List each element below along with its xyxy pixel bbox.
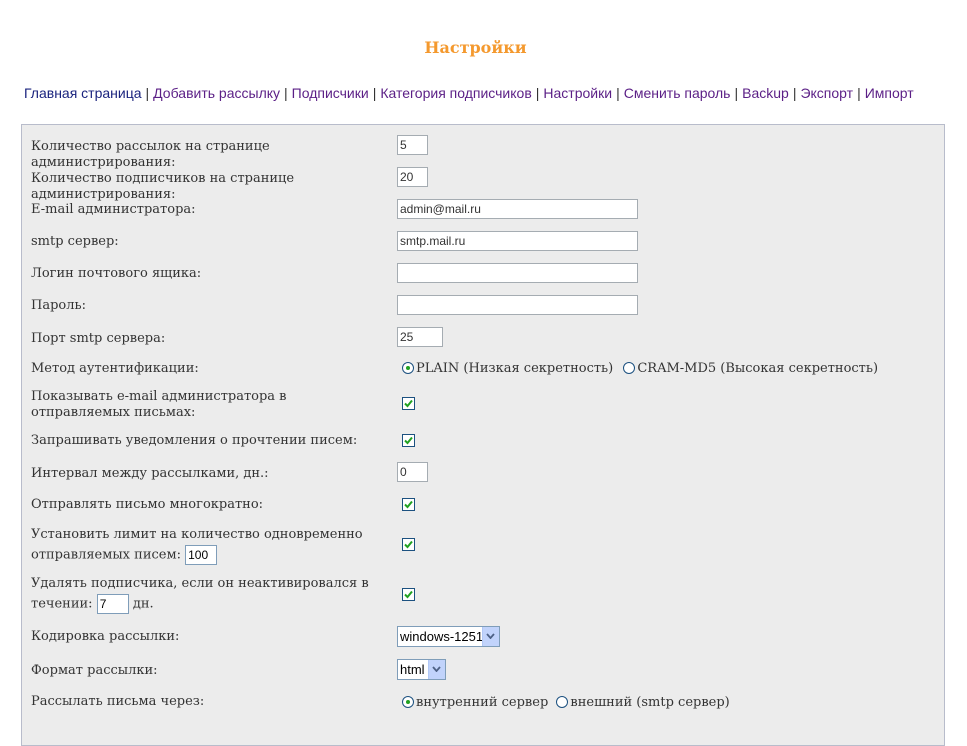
show-admin-email-checkbox[interactable] <box>402 397 415 410</box>
send-limit-input[interactable] <box>185 545 218 565</box>
nav-import-link[interactable]: Импорт <box>865 85 914 101</box>
nav-backup-link[interactable]: Backup <box>742 85 789 101</box>
smtp-server-input[interactable] <box>397 231 638 251</box>
auth-plain-label: PLAIN (Низкая секретность) <box>416 361 614 376</box>
nav-add-mailing-link[interactable]: Добавить рассылку <box>153 85 280 101</box>
format-label: Формат рассылки: <box>31 663 158 678</box>
nav-settings-link[interactable]: Настройки <box>543 85 612 101</box>
send-via-external-label: внешний (smtp сервер) <box>570 695 730 710</box>
interval-label: Интервал между рассылками, дн.: <box>31 466 269 481</box>
send-via-label: Рассылать письма через: <box>31 694 205 709</box>
admin-email-label: E-mail администратора: <box>31 202 196 217</box>
admin-email-input[interactable] <box>397 199 638 219</box>
read-receipt-checkbox[interactable] <box>402 434 415 447</box>
delete-inactive-unit: дн. <box>132 596 154 612</box>
send-via-internal-label: внутренний сервер <box>416 695 549 710</box>
send-via-group: внутренний сервер внешний (smtp сервер) <box>402 695 730 710</box>
send-multiple-label: Отправлять письмо многократно: <box>31 497 264 512</box>
checkmark-icon <box>404 590 413 599</box>
send-via-internal-radio[interactable] <box>402 696 414 708</box>
nav-separator: | <box>535 85 540 101</box>
nav-change-password-link[interactable]: Сменить пароль <box>624 85 731 101</box>
send-multiple-checkbox[interactable] <box>402 498 415 511</box>
checkmark-icon <box>404 540 413 549</box>
checkmark-icon <box>404 436 413 445</box>
main-nav: Главная страница | Добавить рассылку | Подпи… <box>24 85 914 101</box>
nav-separator: | <box>792 85 797 101</box>
nav-export-link[interactable]: Экспорт <box>800 85 853 101</box>
nav-separator: | <box>284 85 288 101</box>
interval-input[interactable] <box>397 462 428 482</box>
password-label: Пароль: <box>31 298 86 313</box>
auth-method-group: PLAIN (Низкая секретность) CRAM-MD5 (Выс… <box>402 361 878 376</box>
smtp-port-label: Порт smtp сервера: <box>31 331 166 346</box>
nav-subscribers-link[interactable]: Подписчики <box>292 85 369 101</box>
show-admin-email-label: Показывать e-mail администратора в отпра… <box>31 389 287 420</box>
send-via-external-radio[interactable] <box>556 696 569 708</box>
page-title: Настройки <box>424 38 527 57</box>
checkmark-icon <box>404 399 413 408</box>
encoding-select-value: windows-1251 <box>400 629 484 644</box>
delete-inactive-label: Удалять подписчика, если он неактивирова… <box>31 574 371 615</box>
nav-categories-link[interactable]: Категория подписчиков <box>380 85 531 101</box>
auth-cram-label: CRAM-MD5 (Высокая секретность) <box>637 361 879 376</box>
delete-inactive-checkbox[interactable] <box>402 588 415 601</box>
delete-inactive-label-line2: течении: <box>31 596 93 612</box>
send-limit-label-line1: Установить лимит на количество одновреме… <box>31 527 363 542</box>
format-select-value: html <box>400 662 425 677</box>
checkmark-icon <box>404 500 413 509</box>
delete-inactive-label-line1: Удалять подписчика, если он неактивирова… <box>31 576 369 591</box>
send-limit-label: Установить лимит на количество одновреме… <box>31 525 371 566</box>
nav-separator: | <box>616 85 620 101</box>
auth-plain-radio[interactable] <box>402 362 414 374</box>
auth-cram-radio[interactable] <box>623 362 636 374</box>
nav-separator: | <box>734 85 739 101</box>
settings-panel: Количество рассылок на странице админист… <box>21 124 945 746</box>
chevron-down-icon[interactable] <box>482 627 499 646</box>
password-input[interactable] <box>397 295 638 315</box>
send-limit-label-line2: отправляемых писем: <box>31 547 181 563</box>
mailbox-login-label: Логин почтового ящика: <box>31 266 202 281</box>
auth-method-label: Метод аутентификации: <box>31 361 199 376</box>
nav-separator: | <box>372 85 377 101</box>
nav-home-link[interactable]: Главная страница <box>24 85 142 101</box>
subscribers-per-page-input[interactable] <box>397 167 428 187</box>
subscribers-per-page-label: Количество подписчиков на странице админ… <box>31 171 295 202</box>
encoding-select[interactable]: windows-1251 <box>397 626 500 647</box>
format-select[interactable]: html <box>397 659 446 680</box>
chevron-down-icon[interactable] <box>428 660 445 679</box>
delete-inactive-days-input[interactable] <box>96 594 129 614</box>
read-receipt-label: Запрашивать уведомления о прочтении писе… <box>31 433 358 448</box>
mailings-per-page-label: Количество рассылок на странице админист… <box>31 139 270 170</box>
smtp-server-label: smtp сервер: <box>31 234 119 249</box>
nav-separator: | <box>857 85 861 101</box>
send-limit-checkbox[interactable] <box>402 538 415 551</box>
nav-separator: | <box>145 85 150 101</box>
mailings-per-page-input[interactable] <box>397 135 428 155</box>
mailbox-login-input[interactable] <box>397 263 638 283</box>
encoding-label: Кодировка рассылки: <box>31 629 180 644</box>
smtp-port-input[interactable] <box>397 327 443 347</box>
